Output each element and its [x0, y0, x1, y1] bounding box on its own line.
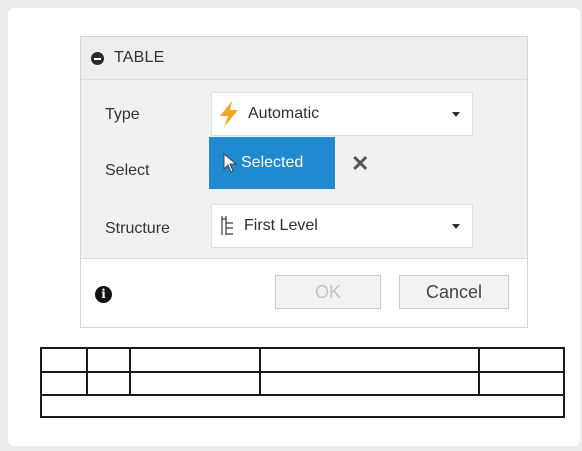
- type-value: Automatic: [248, 105, 320, 122]
- chevron-down-icon: [452, 224, 460, 229]
- select-label: Select: [105, 162, 150, 179]
- dialog-body: Type Automatic Select Selected ✕ Structu…: [81, 80, 527, 259]
- chevron-down-icon: [452, 112, 460, 117]
- close-x-icon[interactable]: ✕: [351, 153, 369, 175]
- cancel-button[interactable]: Cancel: [399, 275, 509, 309]
- select-value: Selected: [241, 154, 304, 171]
- table-row-divider: [42, 394, 563, 396]
- ok-button[interactable]: OK: [275, 275, 381, 309]
- lightning-bolt-icon: [218, 101, 240, 127]
- type-label: Type: [105, 106, 140, 123]
- select-button[interactable]: Selected: [209, 137, 335, 189]
- collapse-icon[interactable]: [91, 51, 104, 65]
- table-preview: [40, 347, 565, 418]
- structure-value: First Level: [244, 217, 318, 234]
- table-dialog: TABLE Type Automatic Select Selected ✕ S…: [80, 36, 528, 328]
- type-dropdown[interactable]: Automatic: [211, 92, 473, 136]
- structure-label: Structure: [105, 220, 170, 237]
- structure-dropdown[interactable]: First Level: [211, 204, 473, 248]
- info-icon[interactable]: i: [95, 286, 112, 303]
- table-column-divider: [478, 349, 480, 395]
- dialog-header[interactable]: TABLE: [81, 37, 527, 80]
- tree-structure-icon: [220, 215, 236, 237]
- table-column-divider: [129, 349, 131, 395]
- table-column-divider: [86, 349, 88, 395]
- cursor-arrow-icon: [223, 153, 237, 173]
- table-row-divider: [42, 371, 563, 373]
- dialog-title: TABLE: [114, 49, 165, 66]
- table-column-divider: [259, 349, 261, 395]
